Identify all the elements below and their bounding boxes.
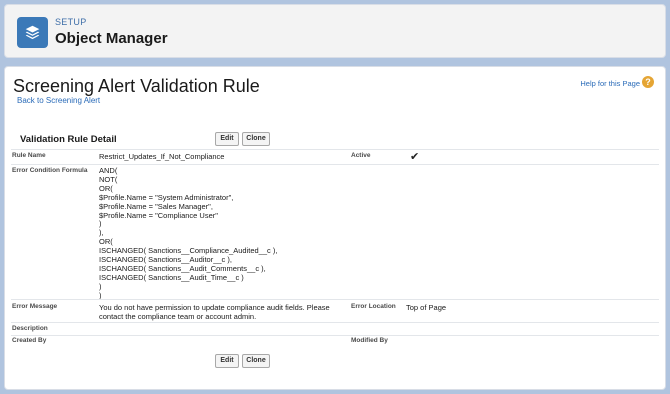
checkmark-icon: ✔	[410, 151, 420, 163]
formula-value: AND(NOT(OR($Profile.Name = "System Admin…	[99, 166, 277, 301]
row-divider	[11, 149, 659, 150]
header-title: Object Manager	[55, 30, 168, 47]
error-location-value: Top of Page	[406, 303, 447, 312]
detail-panel: Screening Alert Validation Rule Back to …	[4, 66, 666, 390]
layers-icon	[17, 17, 48, 48]
edit-button[interactable]: Edit	[215, 354, 239, 368]
clone-button[interactable]: Clone	[242, 354, 270, 368]
setup-label: SETUP	[55, 17, 87, 27]
rule-name-label: Rule Name	[12, 152, 46, 159]
clone-button[interactable]: Clone	[242, 132, 270, 146]
formula-line: )	[99, 281, 102, 291]
error-location-label: Error Location	[351, 303, 396, 310]
help-link[interactable]: Help for this Page	[580, 79, 640, 88]
page-header: SETUP Object Manager	[4, 4, 666, 58]
formula-line: )	[99, 219, 102, 229]
active-label: Active	[351, 152, 371, 159]
rule-name-value: Restrict_Updates_If_Not_Compliance	[99, 152, 225, 161]
row-divider	[11, 299, 659, 300]
modified-by-label: Modified By	[351, 337, 388, 344]
description-label: Description	[12, 325, 48, 332]
error-message-value: You do not have permission to update com…	[99, 303, 330, 321]
section-title: Validation Rule Detail	[20, 134, 117, 145]
row-divider	[11, 164, 659, 165]
formula-line: ),	[99, 228, 104, 238]
row-divider	[11, 322, 659, 323]
error-message-label: Error Message	[12, 303, 58, 310]
question-icon[interactable]: ?	[642, 76, 654, 88]
formula-line: NOT(	[99, 174, 118, 184]
edit-button[interactable]: Edit	[215, 132, 239, 146]
formula-label: Error Condition Formula	[12, 167, 88, 174]
back-link[interactable]: Back to Screening Alert	[17, 96, 100, 105]
formula-line: $Profile.Name = "Compliance User"	[99, 210, 218, 220]
page-title: Screening Alert Validation Rule	[13, 76, 260, 96]
row-divider	[11, 335, 659, 336]
formula-line: AND(	[99, 166, 118, 175]
created-by-label: Created By	[12, 337, 47, 344]
formula-line: ISCHANGED( Sanctions__Audit_Time__c )	[99, 272, 244, 282]
